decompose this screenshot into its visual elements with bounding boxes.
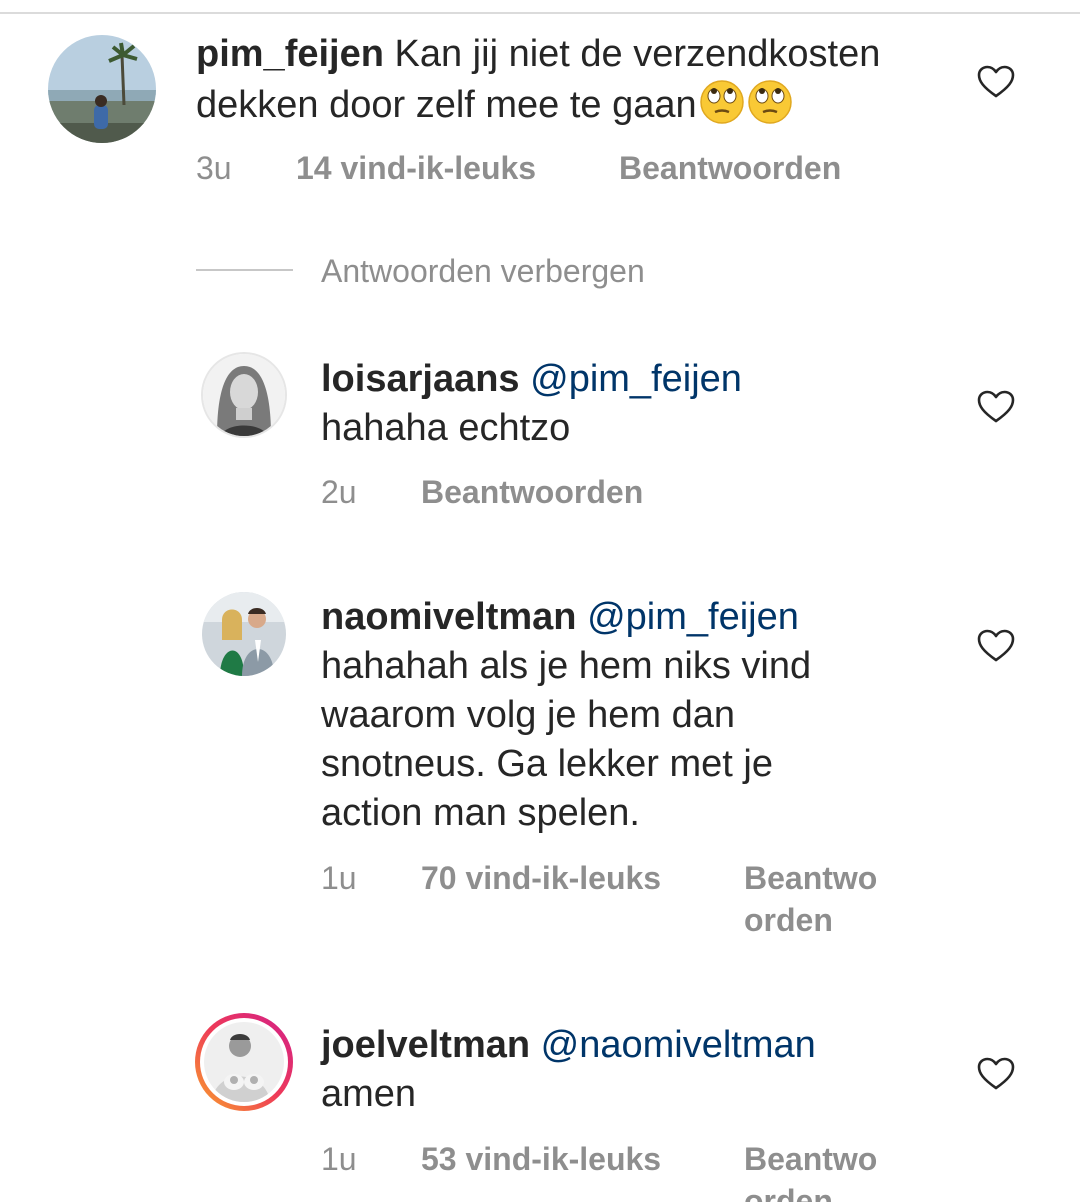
like-heart-icon[interactable]: [977, 629, 1015, 663]
like-heart-icon[interactable]: [977, 1057, 1015, 1091]
avatar-loisarjaans[interactable]: [201, 352, 287, 438]
reply-body: hahaha echtzo: [321, 407, 571, 449]
reply-button-line: orden: [744, 1183, 833, 1202]
reply-time: 2u: [321, 474, 357, 510]
likes-count[interactable]: 70 vind-ik-leuks: [421, 857, 661, 899]
reply-mention[interactable]: @naomiveltman: [541, 1024, 816, 1066]
reply-button-line: Beantwo: [744, 860, 878, 896]
hide-replies-label[interactable]: Antwoorden verbergen: [321, 250, 645, 292]
avatar-photo: [48, 35, 156, 143]
likes-count[interactable]: 53 vind-ik-leuks: [421, 1138, 661, 1180]
reply-body-line: waarom volg je hem dan: [321, 694, 735, 736]
reply-button[interactable]: Beantwoorden: [421, 471, 643, 513]
reply-text: joelveltman @naomiveltman amen: [321, 1021, 961, 1119]
reply-mention[interactable]: @pim_feijen: [530, 358, 742, 400]
top-divider: [0, 12, 1080, 14]
reply-button[interactable]: Beantwoorden: [619, 147, 841, 189]
like-heart-icon[interactable]: [977, 65, 1015, 99]
like-heart-icon[interactable]: [977, 390, 1015, 424]
avatar-photo: [204, 1022, 284, 1102]
hide-replies-line: [196, 269, 293, 271]
reply-username[interactable]: loisarjaans: [321, 358, 520, 400]
story-ring[interactable]: [195, 1013, 293, 1111]
reply-text: naomiveltman @pim_feijen hahahah als je …: [321, 593, 961, 838]
reply-button-line: orden: [744, 902, 833, 938]
avatar-pim-feijen[interactable]: [48, 35, 156, 143]
reply-meta: 1u 53 vind-ik-leuks Beantwo orden: [321, 1138, 961, 1202]
comment-username[interactable]: pim_feijen: [196, 33, 384, 75]
reply-button-line: Beantwo: [744, 1141, 878, 1177]
comment-time: 3u: [196, 150, 232, 186]
avatar-photo: [202, 592, 286, 676]
eye-roll-emoji: [699, 80, 744, 124]
reply-username[interactable]: naomiveltman: [321, 596, 577, 638]
reply-time: 1u: [321, 1141, 357, 1177]
reply-button[interactable]: Beantwo orden: [744, 1138, 877, 1202]
comment-text: pim_feijen Kan jij niet de verzendkosten…: [196, 30, 956, 130]
likes-count[interactable]: 14 vind-ik-leuks: [296, 147, 536, 189]
avatar-naomiveltman[interactable]: [202, 592, 286, 676]
reply-body-line: action man spelen.: [321, 792, 640, 834]
reply-body-line: snotneus. Ga lekker met je: [321, 743, 773, 785]
avatar-joelveltman[interactable]: [204, 1022, 284, 1102]
reply-username[interactable]: joelveltman: [321, 1024, 530, 1066]
eye-roll-emoji: [747, 80, 792, 124]
reply-body: amen: [321, 1073, 417, 1115]
reply-text: loisarjaans @pim_feijen hahaha echtzo: [321, 355, 961, 453]
reply-mention[interactable]: @pim_feijen: [587, 596, 799, 638]
reply-time: 1u: [321, 860, 357, 896]
reply-body-line: hahahah als je hem niks vind: [321, 645, 812, 687]
avatar-photo: [203, 354, 285, 436]
reply-button[interactable]: Beantwo orden: [744, 857, 877, 941]
